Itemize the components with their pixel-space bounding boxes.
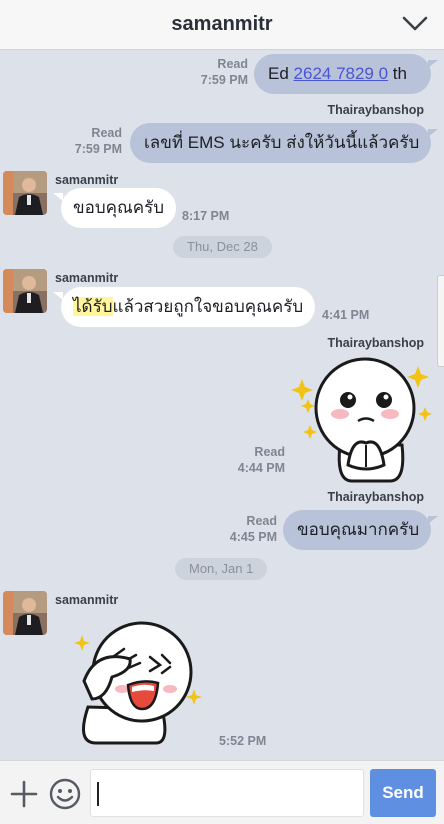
read-status: Read [217, 57, 248, 71]
message-time: 4:41 PM [322, 308, 370, 322]
message-input[interactable] [90, 769, 364, 817]
message-bubble-outgoing[interactable]: ขอบคุณมากครับ [283, 510, 431, 550]
message-list[interactable]: Read 7:59 PM Ed 2624 7829 0 th Thairayba… [0, 50, 444, 760]
message-bubble-incoming[interactable]: ขอบคุณครับ [61, 188, 176, 228]
avatar[interactable] [3, 591, 47, 635]
message-time: 5:52 PM [219, 734, 267, 748]
bubble-tail [428, 129, 438, 137]
avatar-image [3, 591, 47, 635]
message-time: 4:44 PM [237, 461, 285, 475]
message-meta: Read 4:45 PM [225, 513, 277, 545]
message-time: 7:59 PM [74, 142, 122, 156]
sender-name: Thairaybanshop [327, 103, 424, 117]
read-status: Read [246, 514, 277, 528]
text-cursor [97, 782, 99, 806]
avatar[interactable] [3, 171, 47, 215]
salute-sticker[interactable] [66, 615, 206, 745]
sender-name: Thairaybanshop [327, 336, 424, 350]
plus-icon[interactable] [10, 780, 38, 808]
avatar-image [3, 171, 47, 215]
avatar-image [3, 269, 47, 313]
message-bubble-outgoing[interactable]: Ed 2624 7829 0 th [254, 54, 431, 94]
message-bubble-outgoing[interactable]: เลขที่ EMS นะครับ ส่งให้วันนี้แล้วครับ [130, 123, 431, 163]
tracking-link[interactable]: 2624 7829 0 [294, 64, 389, 83]
message-bubble-incoming[interactable]: ได้รับแล้วสวยถูกใจขอบคุณครับ [61, 287, 315, 327]
chevron-down-icon[interactable] [402, 13, 428, 35]
read-status: Read [254, 445, 285, 459]
praying-bear-sticker[interactable] [290, 355, 436, 483]
sender-name: samanmitr [55, 271, 119, 285]
message-meta: Read 7:59 PM [196, 56, 248, 88]
date-separator: Thu, Dec 28 [173, 236, 272, 258]
date-separator: Mon, Jan 1 [175, 558, 268, 580]
message-time: 4:45 PM [229, 530, 277, 544]
sender-name: samanmitr [55, 593, 119, 607]
message-time: 8:17 PM [182, 209, 230, 223]
message-meta: Read 4:44 PM [233, 444, 285, 476]
message-meta: Read 7:59 PM [70, 125, 122, 157]
composer-bar: Send [0, 760, 444, 824]
highlighted-text: ได้รับ [73, 297, 113, 316]
scroll-handle[interactable] [437, 275, 444, 367]
chat-header: samanmitr [0, 0, 444, 50]
bubble-tail [428, 516, 438, 524]
avatar[interactable] [3, 269, 47, 313]
send-button[interactable]: Send [370, 769, 436, 817]
smiley-icon[interactable] [49, 778, 81, 810]
message-time: 7:59 PM [200, 73, 248, 87]
read-status: Read [91, 126, 122, 140]
sender-name: samanmitr [55, 173, 119, 187]
bubble-tail [428, 60, 438, 68]
sender-name: Thairaybanshop [327, 490, 424, 504]
chat-title: samanmitr [171, 13, 273, 35]
